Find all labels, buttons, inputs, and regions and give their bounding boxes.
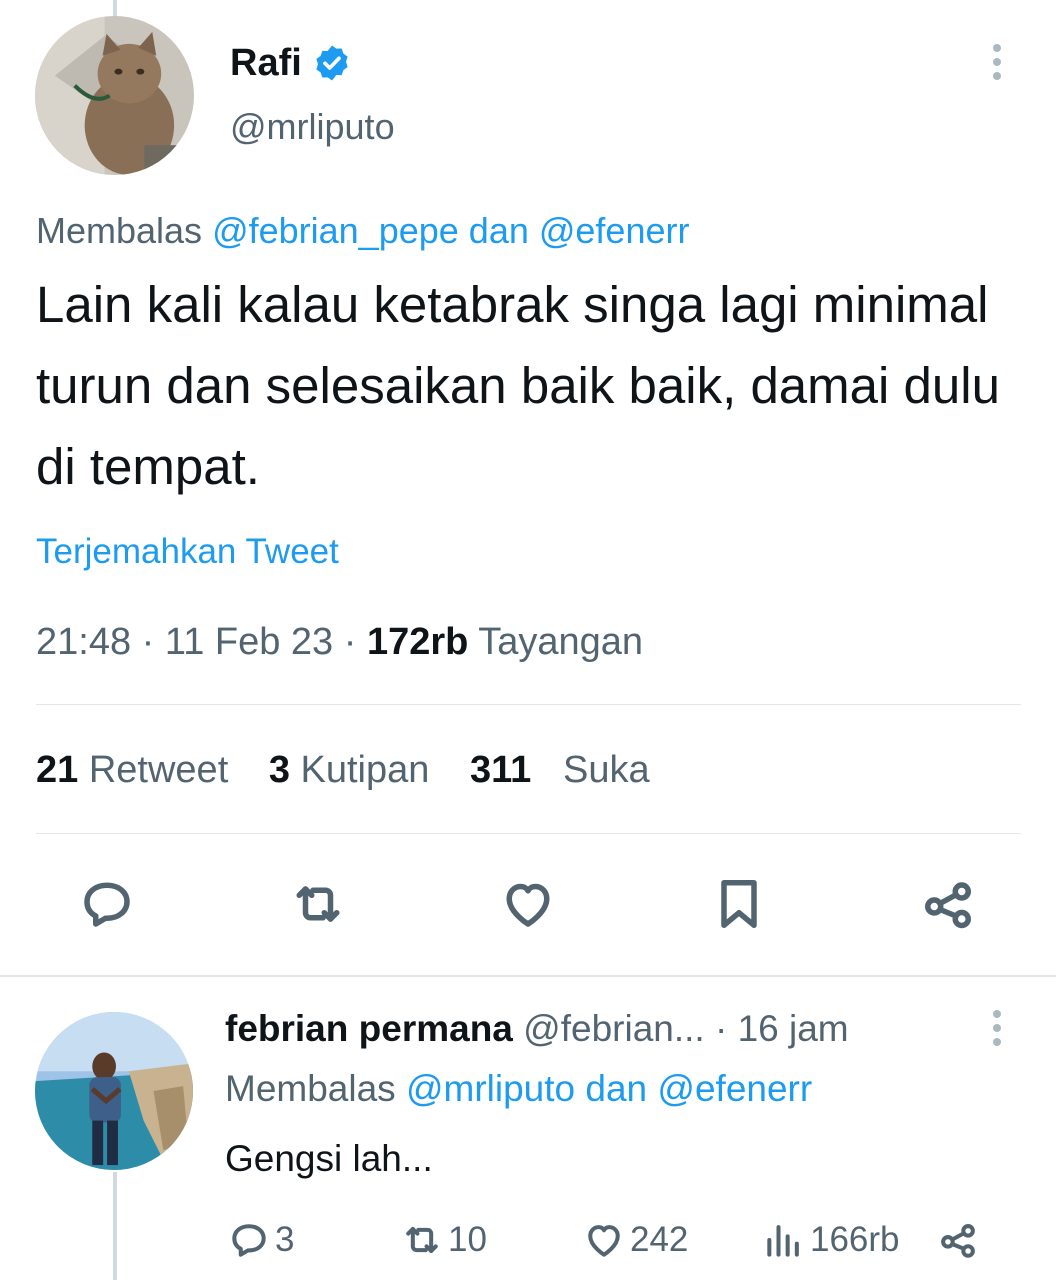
replying-to: Membalas @febrian_pepe dan @efenerr <box>36 208 689 254</box>
retweet-label: Retweet <box>88 749 229 791</box>
views-label: Tayangan <box>478 621 644 663</box>
separator: · <box>131 621 165 663</box>
dot <box>993 44 1001 52</box>
divider <box>36 704 1021 705</box>
reply-count: 3 <box>275 1220 295 1259</box>
dot <box>993 1024 1001 1032</box>
share-button[interactable] <box>916 872 980 936</box>
dot <box>993 58 1001 66</box>
quote-count: 3 <box>268 749 290 791</box>
reply-author-avatar[interactable] <box>35 1012 193 1170</box>
dot <box>993 1038 1001 1046</box>
retweet-button[interactable] <box>286 872 350 936</box>
like-icon <box>588 1225 620 1257</box>
reply-replying-to: Membalas @mrliputo dan @efenerr <box>225 1066 812 1112</box>
more-options-icon[interactable] <box>982 1008 1012 1048</box>
views-count: 166rb <box>810 1220 900 1259</box>
tweet-stats: 21 Retweet 3 Kutipan 311 Suka <box>36 746 680 794</box>
replying-to-handles[interactable]: @mrliputo dan @efenerr <box>406 1068 812 1109</box>
retweet-count: 21 <box>36 749 79 791</box>
reply-icon <box>84 882 130 927</box>
like-label: Suka <box>562 749 650 791</box>
tweet-meta: 21:48 · 11 Feb 23 · 172rb Tayangan <box>36 618 643 666</box>
replying-to-prefix: Membalas <box>36 210 213 251</box>
section-divider <box>0 975 1056 977</box>
views-icon <box>767 1225 799 1257</box>
reply-retweet-button[interactable]: 10 <box>400 1214 487 1266</box>
like-count: 311 <box>469 749 532 791</box>
views-count: 172rb <box>366 621 469 663</box>
reply-reply-button[interactable]: 3 <box>227 1214 294 1266</box>
replying-to-prefix: Membalas <box>225 1068 406 1109</box>
like-button[interactable] <box>496 872 560 936</box>
share-icon <box>941 1224 975 1258</box>
reply-header: febrian permana @febrian... · 16 jam <box>225 1006 849 1052</box>
dot <box>993 1010 1001 1018</box>
author-name[interactable]: Rafi <box>230 40 352 86</box>
retweet-count: 10 <box>448 1220 487 1259</box>
tweet-time[interactable]: 21:48 <box>36 621 131 663</box>
reply-time[interactable]: · 16 jam <box>715 1008 849 1049</box>
reply-icon <box>232 1224 266 1257</box>
replying-to-handles[interactable]: @febrian_pepe dan @efenerr <box>212 210 689 251</box>
like-count: 242 <box>630 1220 689 1259</box>
reply-like-button[interactable]: 242 <box>582 1214 688 1266</box>
reply-button[interactable] <box>75 872 139 936</box>
reply-text: Gengsi lah... <box>225 1138 433 1179</box>
divider <box>36 833 1021 834</box>
reply-author-name[interactable]: febrian permana <box>225 1008 513 1049</box>
like-icon <box>506 883 550 927</box>
quote-stat[interactable]: 3 Kutipan <box>269 749 430 791</box>
dot <box>993 72 1001 80</box>
separator: · <box>333 621 367 663</box>
tweet-text: Lain kali kalau ketabrak singa lagi mini… <box>36 276 1000 495</box>
retweet-icon <box>296 886 340 922</box>
share-icon <box>925 882 971 929</box>
quote-label: Kutipan <box>300 749 430 791</box>
like-stat[interactable]: 311 Suka <box>470 749 650 791</box>
author-handle[interactable]: @mrliputo <box>230 104 395 150</box>
translate-tweet-link[interactable]: Terjemahkan Tweet <box>36 530 339 574</box>
author-name-text[interactable]: Rafi <box>230 40 302 86</box>
reply-views-button[interactable]: 166rb <box>762 1214 900 1266</box>
thread-line <box>113 1172 117 1280</box>
bookmark-icon <box>721 880 757 928</box>
tweet-date[interactable]: 11 Feb 23 <box>165 621 333 663</box>
more-options-icon[interactable] <box>982 40 1012 84</box>
verified-badge-icon <box>316 45 348 81</box>
author-avatar[interactable] <box>35 16 194 175</box>
retweet-icon <box>406 1226 438 1254</box>
reply-share-button[interactable] <box>936 1214 984 1266</box>
retweet-stat[interactable]: 21 Retweet <box>36 749 228 791</box>
bookmark-button[interactable] <box>707 872 771 936</box>
reply-author-handle[interactable]: @febrian... <box>523 1008 705 1049</box>
